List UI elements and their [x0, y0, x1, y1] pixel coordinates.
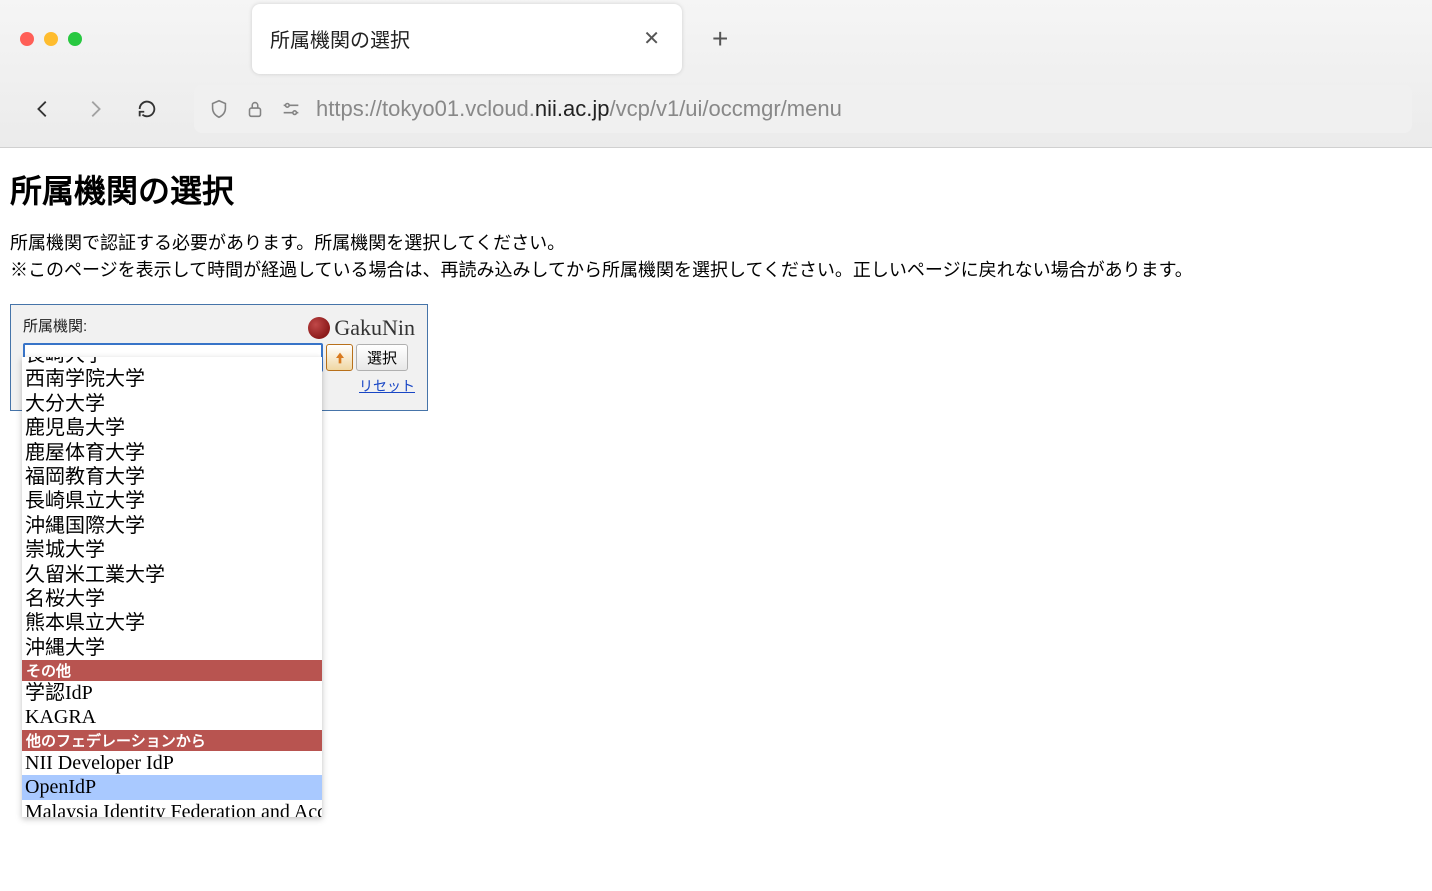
url-text: https://tokyo01.vcloud.nii.ac.jp/vcp/v1/…	[316, 96, 842, 122]
tab-title: 所属機関の選択	[270, 24, 639, 53]
org-dropdown[interactable]: 長崎大学西南学院大学大分大学鹿児島大学鹿屋体育大学福岡教育大学長崎県立大学沖縄国…	[22, 357, 322, 817]
page-title: 所属機関の選択	[10, 166, 1422, 212]
dropdown-item[interactable]: 大分大学	[22, 392, 322, 416]
minimize-window-button[interactable]	[44, 32, 58, 46]
gakunin-logo-icon	[308, 317, 330, 339]
dropdown-item[interactable]: Malaysia Identity Federation and Access …	[22, 800, 322, 817]
tab-bar: 所属機関の選択 ✕ +	[0, 0, 1432, 75]
org-label: 所属機関:	[23, 315, 87, 336]
dropdown-item[interactable]: 沖縄国際大学	[22, 514, 322, 538]
dropdown-item[interactable]: 熊本県立大学	[22, 611, 322, 635]
selector-header: 所属機関: GakuNin	[23, 315, 415, 341]
dropdown-item[interactable]: 崇城大学	[22, 538, 322, 562]
dropdown-item[interactable]: 福岡教育大学	[22, 465, 322, 489]
back-button[interactable]	[28, 94, 58, 124]
lock-icon	[244, 98, 266, 120]
url-host: nii.ac.jp	[535, 96, 610, 121]
desc-line-2: ※このページを表示して時間が経過している場合は、再読み込みしてから所属機関を選択…	[10, 257, 1422, 284]
submit-up-button[interactable]	[326, 344, 353, 371]
dropdown-item[interactable]: 沖縄大学	[22, 636, 322, 660]
dropdown-item[interactable]: 鹿児島大学	[22, 416, 322, 440]
select-button[interactable]: 選択	[356, 344, 408, 371]
maximize-window-button[interactable]	[68, 32, 82, 46]
new-tab-button[interactable]: +	[712, 23, 728, 55]
dropdown-section-header: 他のフェデレーションから	[22, 730, 322, 751]
dropdown-item[interactable]: 学認IdP	[22, 681, 322, 705]
address-bar[interactable]: https://tokyo01.vcloud.nii.ac.jp/vcp/v1/…	[194, 85, 1412, 133]
close-window-button[interactable]	[20, 32, 34, 46]
gakunin-brand: GakuNin	[308, 315, 415, 341]
reload-button[interactable]	[132, 94, 162, 124]
permissions-icon[interactable]	[280, 98, 302, 120]
desc-line-1: 所属機関で認証する必要があります。所属機関を選択してください。	[10, 230, 1422, 257]
dropdown-item[interactable]: NII Developer IdP	[22, 751, 322, 775]
reset-link[interactable]: リセット	[359, 378, 415, 394]
close-tab-icon[interactable]: ✕	[639, 26, 664, 51]
browser-chrome: 所属機関の選択 ✕ + https://tokyo01.vcloud.nii.	[0, 0, 1432, 148]
browser-tab[interactable]: 所属機関の選択 ✕	[252, 4, 682, 74]
dropdown-item[interactable]: 長崎県立大学	[22, 489, 322, 513]
dropdown-item[interactable]: 久留米工業大学	[22, 563, 322, 587]
page-description: 所属機関で認証する必要があります。所属機関を選択してください。 ※このページを表…	[10, 230, 1422, 284]
window-controls	[20, 32, 82, 46]
dropdown-item[interactable]: 西南学院大学	[22, 367, 322, 391]
dropdown-item[interactable]: 長崎大学	[22, 357, 322, 367]
dropdown-item[interactable]: 鹿屋体育大学	[22, 441, 322, 465]
dropdown-item[interactable]: OpenIdP	[22, 775, 322, 799]
browser-toolbar: https://tokyo01.vcloud.nii.ac.jp/vcp/v1/…	[0, 75, 1432, 147]
page-content: 所属機関の選択 所属機関で認証する必要があります。所属機関を選択してください。 …	[0, 148, 1432, 827]
forward-button[interactable]	[80, 94, 110, 124]
shield-icon	[208, 98, 230, 120]
dropdown-item[interactable]: 名桜大学	[22, 587, 322, 611]
dropdown-item[interactable]: KAGRA	[22, 705, 322, 729]
gakunin-text: GakuNin	[334, 315, 415, 341]
url-path: /vcp/v1/ui/occmgr/menu	[610, 96, 842, 121]
dropdown-section-header: その他	[22, 660, 322, 681]
url-prefix: https://tokyo01.vcloud.	[316, 96, 535, 121]
